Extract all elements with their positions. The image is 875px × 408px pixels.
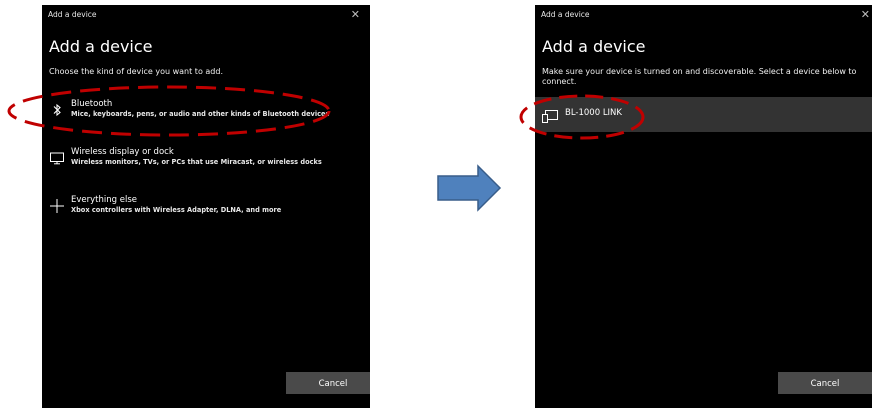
option-description: Wireless monitors, TVs, or PCs that use … (71, 158, 322, 166)
option-bluetooth[interactable]: Bluetooth Mice, keyboards, pens, or audi… (42, 96, 370, 130)
add-device-window-right: Add a device ✕ Add a device Make sure yo… (535, 5, 872, 408)
plus-icon (49, 198, 65, 214)
right-arrow-icon (437, 164, 502, 212)
close-icon[interactable]: ✕ (351, 5, 360, 25)
device-list-item[interactable]: BL-1000 LINK (535, 97, 872, 132)
instruction-text: Make sure your device is turned on and d… (542, 67, 857, 86)
instruction-text: Choose the kind of device you want to ad… (49, 67, 223, 76)
option-description: Xbox controllers with Wireless Adapter, … (71, 206, 282, 214)
cancel-button[interactable]: Cancel (778, 372, 872, 394)
option-description: Mice, keyboards, pens, or audio and othe… (71, 110, 330, 118)
option-wireless-display[interactable]: Wireless display or dock Wireless monito… (42, 144, 370, 178)
option-everything-else[interactable]: Everything else Xbox controllers with Wi… (42, 192, 370, 226)
option-title: Wireless display or dock (71, 147, 174, 157)
device-icon (542, 108, 558, 123)
page-title: Add a device (49, 37, 153, 56)
cancel-button[interactable]: Cancel (286, 372, 370, 394)
page-title: Add a device (542, 37, 646, 56)
window-title: Add a device (541, 10, 590, 19)
close-icon[interactable]: ✕ (861, 5, 870, 25)
option-title: Bluetooth (71, 99, 113, 109)
add-device-window-left: Add a device ✕ Add a device Choose the k… (42, 5, 370, 408)
device-name: BL-1000 LINK (565, 108, 622, 118)
bluetooth-icon (49, 102, 65, 118)
monitor-icon (49, 150, 65, 166)
window-title: Add a device (48, 10, 97, 19)
option-title: Everything else (71, 195, 137, 205)
